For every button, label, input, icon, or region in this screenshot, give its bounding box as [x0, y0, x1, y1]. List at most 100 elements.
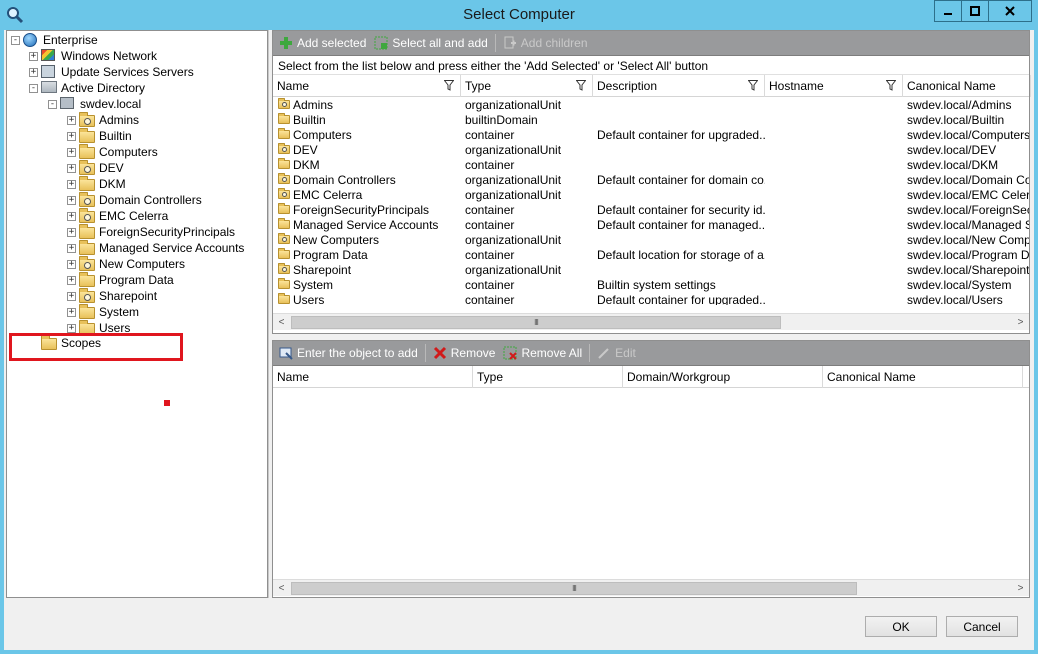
tree-item[interactable]: - swdev.local [48, 96, 141, 112]
container-tree[interactable]: - Enterprise + Windows Network + Update Servi… [6, 30, 268, 598]
edit-button[interactable]: Edit [593, 342, 640, 364]
table-row[interactable]: Admins organizationalUnit swdev.local/Admi… [273, 98, 1029, 113]
table-cell-type: container [465, 278, 593, 293]
cell-text: swdev.local/DEV [907, 143, 997, 157]
expand-icon[interactable]: + [67, 211, 76, 221]
column-header[interactable]: Type [461, 75, 593, 97]
tree-item[interactable]: + Windows Network [29, 48, 157, 64]
expand-icon[interactable]: + [67, 195, 76, 205]
column-header[interactable]: Name [273, 75, 461, 97]
table-row[interactable]: System container Builtin system settings sw… [273, 278, 1029, 293]
filter-icon[interactable] [748, 80, 758, 91]
scroll-left-arrow[interactable]: < [273, 580, 290, 597]
tree-item-label: ForeignSecurityPrincipals [99, 225, 236, 239]
select-all-and-add-button[interactable]: Select all and add [370, 32, 491, 54]
add-selected-button[interactable]: Add selected [275, 32, 370, 54]
table-row[interactable]: Program Data container Default location fo… [273, 248, 1029, 263]
add-children-button[interactable]: Add children [499, 32, 592, 54]
cancel-button[interactable]: Cancel [946, 616, 1018, 637]
expand-icon[interactable]: + [67, 243, 76, 253]
expand-icon[interactable]: + [67, 131, 76, 141]
bottom-grid-body[interactable] [273, 388, 1029, 579]
column-header[interactable]: Name [273, 366, 473, 388]
table-cell-name: Admins [277, 98, 461, 113]
collapse-icon[interactable]: - [48, 99, 57, 109]
tree-item[interactable]: + ForeignSecurityPrincipals [67, 224, 235, 240]
ou-folder-icon [278, 188, 290, 199]
filter-icon[interactable] [444, 80, 454, 91]
scroll-thumb[interactable]: III [291, 316, 781, 329]
collapse-icon[interactable]: - [11, 35, 20, 45]
expand-icon[interactable]: + [67, 259, 76, 269]
filter-icon[interactable] [886, 80, 896, 91]
scroll-left-arrow[interactable]: < [273, 314, 290, 331]
column-header[interactable]: Domain/Workgroup [623, 366, 823, 388]
table-row[interactable]: ForeignSecurityPrincipals container Defaul… [273, 203, 1029, 218]
expand-icon[interactable]: + [67, 179, 76, 189]
scroll-thumb[interactable]: III [291, 582, 857, 595]
tree-item[interactable]: + DKM [67, 176, 126, 192]
remove-button[interactable]: Remove [429, 342, 500, 364]
tree-item[interactable]: + System [67, 304, 139, 320]
tree-item[interactable]: + Domain Controllers [67, 192, 202, 208]
ok-button[interactable]: OK [865, 616, 937, 637]
column-header[interactable]: Canonical Name [823, 366, 1023, 388]
table-row[interactable]: Domain Controllers organizationalUnit Defa… [273, 173, 1029, 188]
expand-icon[interactable]: + [67, 275, 76, 285]
table-cell-description [597, 98, 765, 113]
tree-item[interactable]: + New Computers [67, 256, 185, 272]
tree-item[interactable]: - Active Directory [29, 80, 145, 96]
column-header[interactable]: Hostname [765, 75, 903, 97]
top-horizontal-scrollbar[interactable]: < III > [273, 313, 1029, 330]
table-row[interactable]: New Computers organizationalUnit swdev.loc… [273, 233, 1029, 248]
tree-item[interactable]: + Builtin [67, 128, 132, 144]
minimize-button[interactable] [934, 0, 962, 22]
expand-icon[interactable]: + [67, 307, 76, 317]
tree-item[interactable]: + DEV [67, 160, 124, 176]
bottom-horizontal-scrollbar[interactable]: < III > [273, 579, 1029, 596]
close-button[interactable] [988, 0, 1032, 22]
expand-icon[interactable]: + [29, 51, 38, 61]
tree-item-label: Computers [99, 145, 158, 159]
folder-icon [278, 293, 290, 304]
table-cell-name: Computers [277, 128, 461, 143]
expand-icon[interactable]: + [67, 291, 76, 301]
table-cell-type: organizationalUnit [465, 188, 593, 203]
table-row[interactable]: Managed Service Accounts container Default… [273, 218, 1029, 233]
tree-item[interactable]: + Sharepoint [67, 288, 157, 304]
table-row[interactable]: DEV organizationalUnit swdev.local/DEV [273, 143, 1029, 158]
table-cell-hostname [769, 173, 903, 188]
expand-icon[interactable]: + [67, 227, 76, 237]
table-row[interactable]: Users container Default container for upgr… [273, 293, 1029, 305]
column-header[interactable]: Type [473, 366, 623, 388]
table-row[interactable]: Computers container Default container for … [273, 128, 1029, 143]
table-row[interactable]: Sharepoint organizationalUnit swdev.local/… [273, 263, 1029, 278]
maximize-button[interactable] [961, 0, 989, 22]
tree-item[interactable]: + Computers [67, 144, 158, 160]
scroll-right-arrow[interactable]: > [1012, 314, 1029, 331]
table-row[interactable]: DKM container swdev.local/DKM [273, 158, 1029, 173]
tree-item[interactable]: + Program Data [67, 272, 174, 288]
tree-item[interactable]: - Enterprise [11, 32, 98, 48]
tree-item[interactable]: + Managed Service Accounts [67, 240, 244, 256]
table-row[interactable]: Builtin builtinDomain swdev.local/Builtin [273, 113, 1029, 128]
column-header[interactable]: Canonical Name [903, 75, 1031, 97]
tree-item[interactable]: + Update Services Servers [29, 64, 194, 80]
expand-icon[interactable]: + [67, 147, 76, 157]
expand-icon[interactable]: + [67, 163, 76, 173]
scroll-right-arrow[interactable]: > [1012, 580, 1029, 597]
tree-item[interactable]: + EMC Celerra [67, 208, 168, 224]
enter-object-button[interactable]: Enter the object to add [275, 342, 422, 364]
expand-icon[interactable]: + [67, 323, 76, 333]
cell-text: swdev.local/ForeignSecu [907, 203, 1029, 217]
expand-icon[interactable]: + [29, 67, 38, 77]
tree-item[interactable]: + Admins [67, 112, 139, 128]
expand-icon[interactable]: + [67, 115, 76, 125]
cell-text: Managed Service Accounts [293, 218, 439, 232]
table-row[interactable]: EMC Celerra organizationalUnit swdev.local… [273, 188, 1029, 203]
top-grid-body[interactable]: Admins organizationalUnit swdev.local/Admi… [273, 97, 1029, 305]
collapse-icon[interactable]: - [29, 83, 38, 93]
remove-all-button[interactable]: Remove All [499, 342, 586, 364]
filter-icon[interactable] [576, 80, 586, 91]
column-header[interactable]: Description [593, 75, 765, 97]
